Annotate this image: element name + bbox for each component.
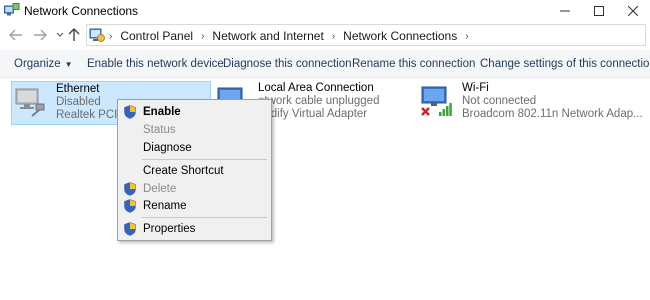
connection-name: Wi-Fi [462, 82, 489, 94]
adapter-name: eedify Virtual Adapter [258, 108, 368, 120]
adapter-name: Broadcom 802.11n Network Adap... [462, 108, 643, 120]
organize-label: Organize [14, 58, 61, 70]
dropdown-caret-icon: ▼ [64, 60, 73, 69]
menu-separator [142, 217, 267, 218]
control-panel-icon [89, 27, 105, 43]
title-bar: Network Connections [0, 0, 650, 22]
rename-connection-button[interactable]: Rename this connection [352, 58, 475, 70]
diagnose-connection-button[interactable]: Diagnose this connection [223, 58, 352, 70]
up-arrow-icon[interactable] [66, 27, 82, 43]
breadcrumb: › Control Panel › Network and Internet ›… [109, 29, 477, 43]
menu-item-create-shortcut[interactable]: Create Shortcut [118, 162, 271, 180]
command-bar: Organize ▼ Enable this network device Dia… [0, 50, 650, 78]
close-button[interactable] [616, 0, 650, 22]
menu-separator [142, 159, 267, 160]
breadcrumb-separator-icon[interactable]: › [332, 31, 335, 42]
menu-item-label: Diagnose [143, 142, 192, 154]
breadcrumb-separator-icon[interactable]: › [465, 31, 468, 42]
connection-status: Not connected [462, 95, 537, 107]
uac-shield-icon [124, 105, 136, 119]
breadcrumb-network-and-internet[interactable]: Network and Internet [212, 29, 323, 43]
breadcrumb-control-panel[interactable]: Control Panel [120, 29, 193, 43]
maximize-button[interactable] [582, 0, 616, 22]
menu-item-label: Create Shortcut [143, 165, 224, 177]
connection-item-wifi[interactable]: Wi-Fi Not connected Broadcom 802.11n Net… [418, 81, 646, 125]
connection-status: etwork cable unplugged [258, 95, 380, 107]
context-menu: Enable Status Diagnose Create Shortcut D… [117, 99, 272, 241]
menu-item-enable[interactable]: Enable [118, 103, 271, 121]
menu-item-label: Rename [143, 200, 187, 212]
wifi-adapter-icon [420, 85, 452, 117]
change-settings-button[interactable]: Change settings of this connection [480, 58, 650, 70]
breadcrumb-network-connections[interactable]: Network Connections [343, 29, 457, 43]
menu-item-label: Delete [143, 183, 177, 195]
organize-menu-button[interactable]: Organize ▼ [14, 58, 73, 70]
address-box[interactable]: › Control Panel › Network and Internet ›… [86, 24, 646, 46]
connection-name: Ethernet [56, 83, 100, 95]
menu-item-delete[interactable]: Delete [118, 180, 271, 198]
address-bar: › Control Panel › Network and Internet ›… [0, 22, 650, 48]
menu-item-label: Properties [143, 223, 196, 235]
back-arrow-icon[interactable] [8, 27, 24, 43]
menu-item-diagnose[interactable]: Diagnose [118, 139, 271, 157]
enable-device-button[interactable]: Enable this network device [87, 58, 224, 70]
menu-item-rename[interactable]: Rename [118, 197, 271, 215]
network-connections-icon [4, 3, 20, 17]
breadcrumb-separator-icon[interactable]: › [201, 31, 204, 42]
window-controls [548, 0, 650, 22]
breadcrumb-separator-icon[interactable]: › [109, 31, 112, 42]
uac-shield-icon [124, 182, 136, 196]
forward-arrow-icon[interactable] [32, 27, 48, 43]
ethernet-adapter-icon [14, 86, 46, 118]
menu-item-label: Status [143, 124, 176, 136]
menu-item-status[interactable]: Status [118, 121, 271, 139]
menu-item-properties[interactable]: Properties [118, 220, 271, 238]
uac-shield-icon [124, 222, 136, 236]
menu-item-label: Enable [143, 106, 181, 118]
minimize-button[interactable] [548, 0, 582, 22]
window-title: Network Connections [24, 4, 139, 18]
connection-name: Local Area Connection [258, 82, 374, 94]
uac-shield-icon [124, 199, 136, 213]
